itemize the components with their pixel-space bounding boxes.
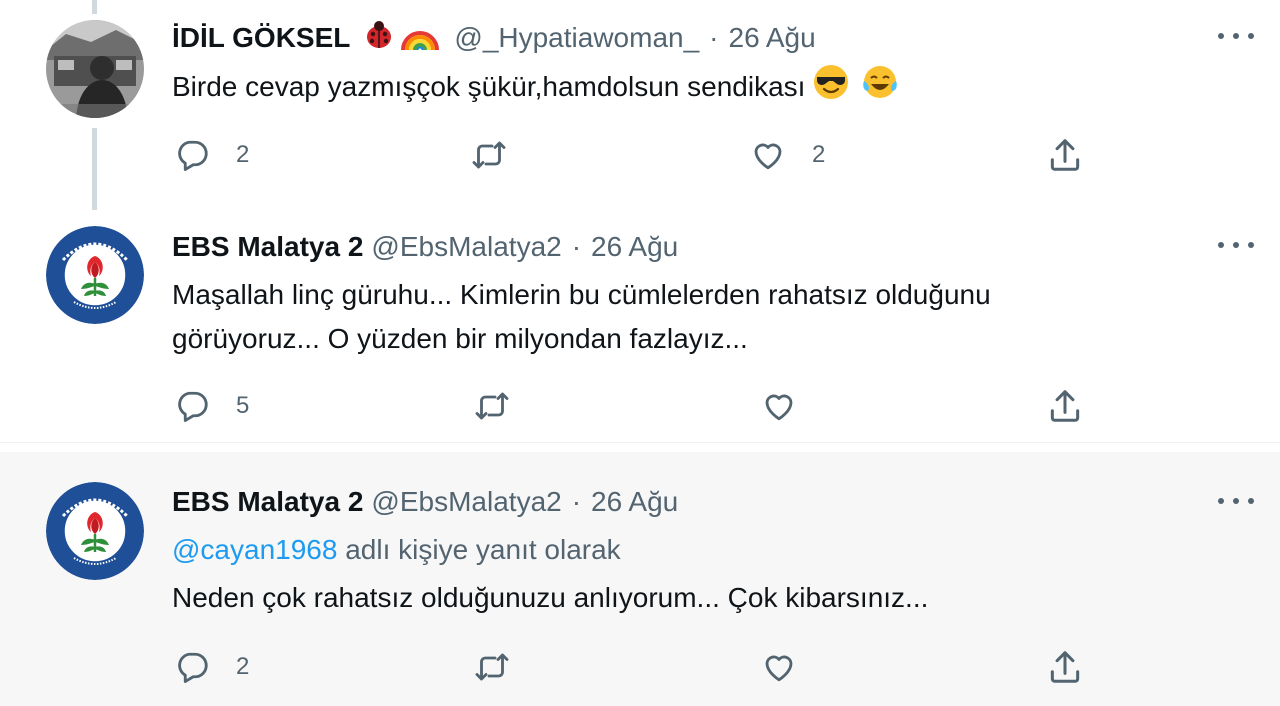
ladybug-emoji (362, 18, 396, 59)
reply-button[interactable]: 2 (174, 647, 249, 687)
tweet-thread: İDİL GÖKSEL @_Hypatiawoman_ · 26 Ağu Bir… (0, 0, 1280, 706)
tweet-date[interactable]: 26 Ağu (729, 22, 816, 54)
tweet-text: Maşallah linç güruhu... Kimlerin bu cüml… (172, 273, 1172, 361)
display-name[interactable]: İDİL GÖKSEL (172, 22, 350, 54)
user-handle[interactable]: @EbsMalatya2 (371, 486, 561, 518)
separator: · (709, 22, 719, 53)
rainbow-emoji (400, 18, 440, 59)
like-count: 2 (812, 141, 826, 168)
like-button[interactable] (761, 386, 797, 426)
retweet-button[interactable] (472, 386, 512, 426)
tweet-header: EBS Malatya 2 @EbsMalatya2 · 26 Ağu (172, 227, 678, 267)
separator: · (571, 486, 582, 517)
reply-icon (174, 649, 210, 685)
tweet-text-content: Neden çok rahatsız olduğunuzu anlıyorum.… (172, 582, 929, 613)
tweet-text: Neden çok rahatsız olduğunuzu anlıyorum.… (172, 576, 1172, 620)
tweet-text-line: Maşallah linç güruhu... Kimlerin bu cüml… (172, 279, 991, 310)
retweet-button[interactable] (469, 135, 509, 175)
tweet-text-content: Birde cevap yazmışçok şükür,hamdolsun se… (172, 70, 806, 102)
tweet-header: İDİL GÖKSEL @_Hypatiawoman_ · 26 Ağu (172, 18, 816, 58)
avatar[interactable] (46, 20, 144, 118)
retweet-button[interactable] (472, 647, 512, 687)
tweet-highlighted[interactable]: EBS Malatya 2 @EbsMalatya2 · 26 Ağu @cay… (0, 452, 1280, 706)
separator: · (571, 231, 582, 262)
avatar[interactable] (46, 482, 144, 580)
share-icon (1046, 648, 1084, 686)
user-handle[interactable]: @_Hypatiawoman_ (454, 22, 699, 54)
tweet-text: Birde cevap yazmışçok şükür,hamdolsun se… (172, 64, 1172, 113)
share-button[interactable] (1046, 386, 1084, 426)
reply-count: 2 (236, 141, 250, 168)
like-button[interactable]: 2 (750, 135, 825, 175)
user-handle[interactable]: @EbsMalatya2 (371, 231, 561, 263)
more-icon[interactable] (1218, 491, 1254, 511)
reply-icon (174, 137, 210, 173)
share-button[interactable] (1046, 135, 1084, 175)
like-button[interactable] (761, 647, 797, 687)
more-icon[interactable] (1218, 26, 1254, 46)
avatar[interactable] (46, 226, 144, 324)
retweet-icon (472, 649, 512, 685)
like-icon (750, 137, 786, 173)
reply-button[interactable]: 2 (174, 135, 249, 175)
like-icon (761, 388, 797, 424)
sunglasses-face-emoji (813, 64, 849, 113)
like-icon (761, 649, 797, 685)
tweet-header: EBS Malatya 2 @EbsMalatya2 · 26 Ağu (172, 482, 678, 522)
share-icon (1046, 387, 1084, 425)
tweet-text-line: görüyoruz... O yüzden bir milyondan fazl… (172, 323, 748, 354)
reply-button[interactable]: 5 (174, 386, 249, 426)
thread-line (92, 128, 97, 210)
tweet-date[interactable]: 26 Ağu (591, 486, 678, 518)
display-name[interactable]: EBS Malatya 2 (172, 231, 363, 263)
reply-count: 2 (236, 653, 250, 680)
reply-context-text: adlı kişiye yanıt olarak (337, 534, 621, 565)
reply-count: 5 (236, 392, 250, 419)
reply-context: @cayan1968 adlı kişiye yanıt olarak (172, 530, 621, 570)
more-icon[interactable] (1218, 235, 1254, 255)
share-icon (1046, 136, 1084, 174)
display-name[interactable]: EBS Malatya 2 (172, 486, 363, 518)
tweet-date[interactable]: 26 Ağu (591, 231, 678, 263)
retweet-icon (469, 137, 509, 173)
tweet[interactable]: İDİL GÖKSEL @_Hypatiawoman_ · 26 Ağu Bir… (0, 0, 1280, 210)
retweet-icon (472, 388, 512, 424)
tweet[interactable]: EBS Malatya 2 @EbsMalatya2 · 26 Ağu Maşa… (0, 210, 1280, 442)
thread-line-top (92, 0, 97, 14)
share-button[interactable] (1046, 647, 1084, 687)
reply-icon (174, 388, 210, 424)
tears-of-joy-emoji (861, 64, 899, 113)
mention-link[interactable]: @cayan1968 (172, 534, 337, 565)
